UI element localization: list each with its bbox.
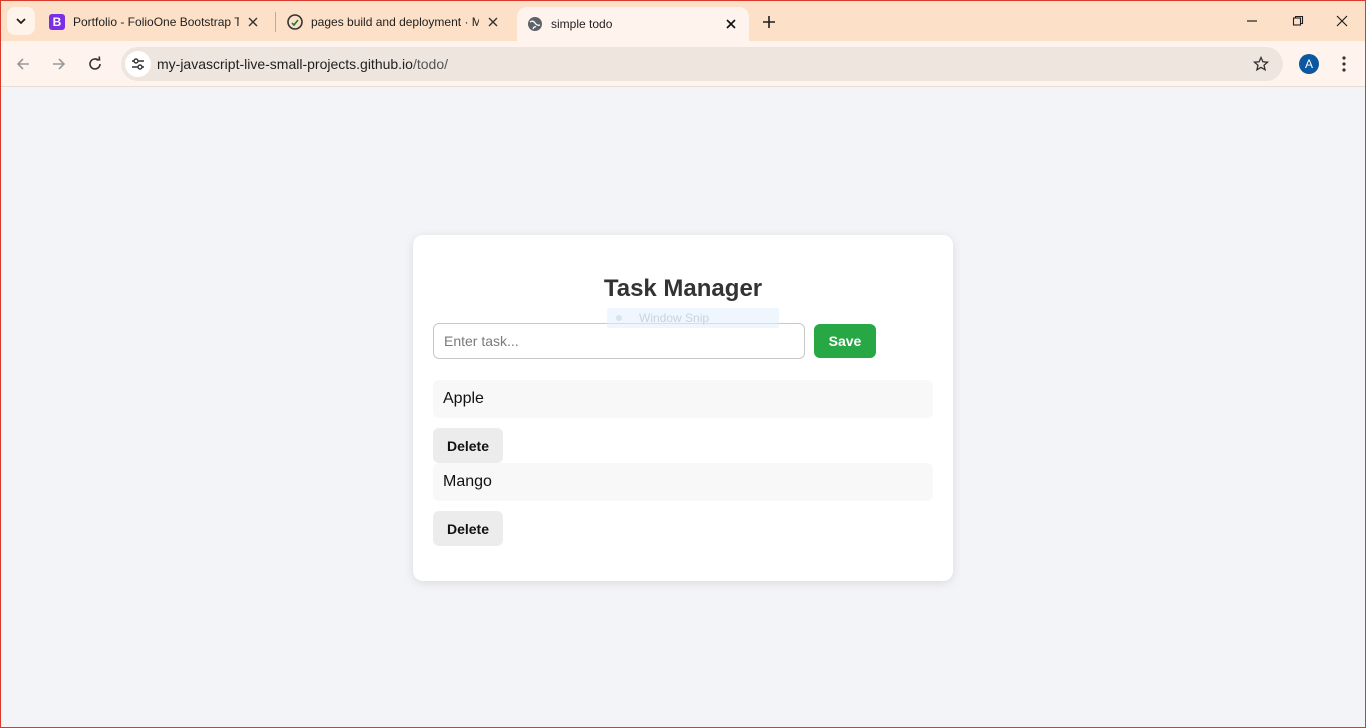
close-window-button[interactable] xyxy=(1319,1,1365,41)
restore-icon xyxy=(1292,15,1304,26)
tune-icon xyxy=(132,58,144,70)
url-text[interactable]: my-javascript-live-small-projects.github… xyxy=(157,56,448,72)
task-manager-card: Task Manager Window Snip Save Apple Dele… xyxy=(413,235,953,581)
tab-title: pages build and deployment · My-JavaScri… xyxy=(311,15,479,29)
tab-pages-build[interactable]: pages build and deployment · My-JavaScri… xyxy=(277,8,511,36)
snip-dot-icon xyxy=(616,315,622,321)
reload-button[interactable] xyxy=(79,48,111,80)
task-item: Mango xyxy=(433,463,933,501)
close-icon[interactable] xyxy=(245,14,261,30)
url-host: my-javascript-live-small-projects.github… xyxy=(157,56,413,72)
github-icon xyxy=(287,14,303,30)
tab-title: simple todo xyxy=(551,17,613,31)
url-path: /todo/ xyxy=(412,56,448,72)
back-button[interactable] xyxy=(7,48,39,80)
save-button[interactable]: Save xyxy=(814,324,876,358)
window-snip-label: Window Snip xyxy=(639,311,710,325)
chevron-down-icon xyxy=(16,18,26,25)
browser-window: B Portfolio - FolioOne Bootstrap Templat… xyxy=(0,0,1366,728)
tab-search-button[interactable] xyxy=(7,7,35,35)
browser-menu-button[interactable] xyxy=(1333,53,1355,75)
tab-title: Portfolio - FolioOne Bootstrap Template xyxy=(73,15,239,29)
site-info-button[interactable] xyxy=(125,51,151,77)
restore-button[interactable] xyxy=(1275,1,1321,41)
arrow-left-icon xyxy=(16,58,29,70)
minimize-button[interactable] xyxy=(1229,1,1275,41)
minimize-icon xyxy=(1247,20,1257,22)
kebab-menu-icon xyxy=(1342,56,1346,72)
page-title: Task Manager xyxy=(603,275,763,302)
task-item: Apple xyxy=(433,380,933,418)
forward-button[interactable] xyxy=(43,48,75,80)
bookmark-button[interactable] xyxy=(1251,54,1271,74)
delete-button[interactable]: Delete xyxy=(433,511,503,546)
tab-separator xyxy=(275,12,276,32)
close-icon[interactable] xyxy=(723,16,739,32)
arrow-right-icon xyxy=(53,58,66,70)
page-content: Task Manager Window Snip Save Apple Dele… xyxy=(1,88,1365,727)
window-snip-overlay: Window Snip xyxy=(607,308,779,328)
new-tab-button[interactable] xyxy=(755,8,783,36)
browser-toolbar: my-javascript-live-small-projects.github… xyxy=(1,41,1365,87)
tab-strip: B Portfolio - FolioOne Bootstrap Templat… xyxy=(1,1,1365,41)
tab-simple-todo[interactable]: simple todo xyxy=(517,7,749,41)
task-input[interactable] xyxy=(433,323,805,359)
plus-icon xyxy=(763,16,775,28)
close-icon[interactable] xyxy=(485,14,501,30)
tab-portfolio[interactable]: B Portfolio - FolioOne Bootstrap Templat… xyxy=(39,8,271,36)
close-icon xyxy=(1336,15,1348,27)
globe-icon xyxy=(528,17,542,31)
profile-avatar[interactable]: A xyxy=(1299,54,1319,74)
star-icon xyxy=(1253,56,1269,72)
delete-button[interactable]: Delete xyxy=(433,428,503,463)
reload-icon xyxy=(89,56,101,70)
bootstrap-icon: B xyxy=(49,14,65,30)
address-bar[interactable]: my-javascript-live-small-projects.github… xyxy=(121,47,1283,81)
